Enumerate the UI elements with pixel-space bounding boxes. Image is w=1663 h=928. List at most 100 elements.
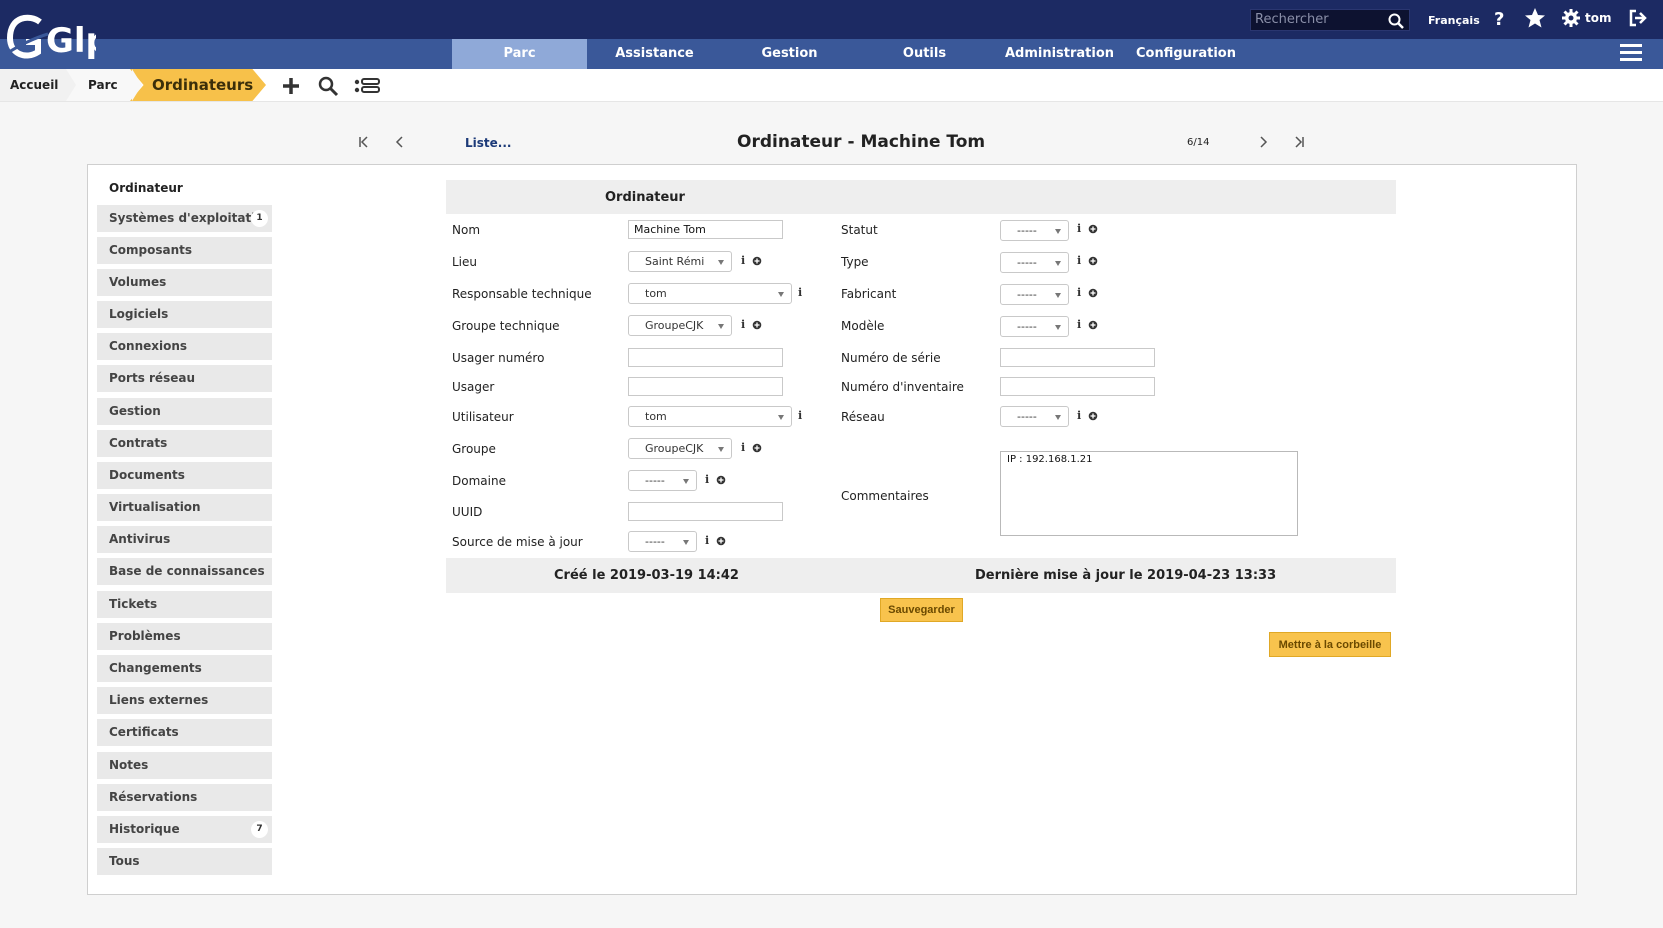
utilisateur-select[interactable]: tom	[628, 406, 792, 427]
next-record-icon[interactable]	[1256, 135, 1270, 149]
search-icon[interactable]	[317, 75, 339, 97]
language-selector[interactable]: Français	[1428, 14, 1480, 27]
list-link[interactable]: Liste...	[465, 136, 511, 150]
hamburger-menu-icon[interactable]	[1620, 44, 1642, 64]
add-icon[interactable]	[716, 475, 726, 485]
first-record-icon[interactable]	[357, 135, 371, 149]
reseau-select[interactable]: -----	[1000, 406, 1069, 427]
commentaires-textarea[interactable]: IP : 192.168.1.21	[1000, 451, 1298, 536]
lieu-select[interactable]: Saint Rémi	[628, 251, 732, 272]
info-icon[interactable]: i	[741, 318, 745, 331]
tab-connexions[interactable]: Connexions	[97, 333, 272, 360]
tab-gestion[interactable]: Gestion	[97, 398, 272, 425]
last-record-icon[interactable]	[1292, 135, 1306, 149]
tab-contrats[interactable]: Contrats	[97, 430, 272, 457]
tab-antivirus[interactable]: Antivirus	[97, 526, 272, 553]
tab-ports-reseau[interactable]: Ports réseau	[97, 365, 272, 392]
breadcrumb-current[interactable]: Ordinateurs	[130, 69, 266, 101]
info-icon[interactable]: i	[705, 534, 709, 547]
add-icon[interactable]	[1088, 288, 1098, 298]
add-icon[interactable]	[1088, 224, 1098, 234]
menu-configuration[interactable]: Configuration	[1127, 39, 1245, 69]
nom-input[interactable]	[628, 220, 783, 239]
tab-problemes[interactable]: Problèmes	[97, 623, 272, 650]
previous-record-icon[interactable]	[393, 135, 407, 149]
modele-select[interactable]: -----	[1000, 316, 1069, 337]
info-icon[interactable]: i	[741, 441, 745, 454]
svg-text:Glpi: Glpi	[46, 21, 96, 61]
info-icon[interactable]: i	[1077, 409, 1081, 422]
statut-select[interactable]: -----	[1000, 220, 1069, 241]
help-icon[interactable]: ?	[1494, 9, 1508, 30]
tab-changements[interactable]: Changements	[97, 655, 272, 682]
save-button[interactable]: Sauvegarder	[880, 598, 963, 622]
menu-gestion[interactable]: Gestion	[722, 39, 857, 69]
resp-tech-select[interactable]: tom	[628, 283, 792, 304]
info-icon[interactable]: i	[705, 473, 709, 486]
info-icon[interactable]: i	[798, 409, 802, 422]
add-icon[interactable]	[752, 320, 762, 330]
info-icon[interactable]: i	[1077, 254, 1081, 267]
dropdown-arrow-icon	[718, 260, 724, 265]
info-icon[interactable]: i	[798, 286, 802, 299]
plus-icon[interactable]	[280, 75, 302, 97]
tab-label: Systèmes d'exploitati..	[109, 211, 265, 225]
list-icon[interactable]	[354, 75, 380, 97]
glpi-logo[interactable]: Glpi	[4, 8, 96, 62]
tab-base-connaissances[interactable]: Base de connaissances	[97, 558, 272, 585]
menu-parc[interactable]: Parc	[452, 39, 587, 69]
tab-volumes[interactable]: Volumes	[97, 269, 272, 296]
tab-composants[interactable]: Composants	[97, 237, 272, 264]
add-icon[interactable]	[1088, 320, 1098, 330]
groupe-select[interactable]: GroupeCJK	[628, 438, 732, 459]
user-menu[interactable]: tom	[1585, 11, 1611, 25]
info-icon[interactable]: i	[741, 254, 745, 267]
dropdown-arrow-icon	[1055, 325, 1061, 330]
tab-reservations[interactable]: Réservations	[97, 784, 272, 811]
add-icon[interactable]	[752, 443, 762, 453]
numero-serie-input[interactable]	[1000, 348, 1155, 367]
star-icon[interactable]	[1524, 7, 1546, 29]
add-icon[interactable]	[752, 256, 762, 266]
usager-input[interactable]	[628, 377, 783, 396]
info-icon[interactable]: i	[1077, 286, 1081, 299]
tab-certificats[interactable]: Certificats	[97, 719, 272, 746]
type-select[interactable]: -----	[1000, 252, 1069, 273]
search-icon[interactable]	[1387, 12, 1405, 30]
trash-button[interactable]: Mettre à la corbeille	[1269, 632, 1391, 657]
dropdown-arrow-icon	[778, 415, 784, 420]
add-icon[interactable]	[1088, 256, 1098, 266]
tab-tous[interactable]: Tous	[97, 848, 272, 875]
uuid-input[interactable]	[628, 502, 783, 521]
groupe-tech-select[interactable]: GroupeCJK	[628, 315, 732, 336]
info-icon[interactable]: i	[1077, 318, 1081, 331]
tab-historique[interactable]: Historique 7	[97, 816, 272, 843]
reseau-label: Réseau	[841, 410, 885, 424]
menu-outils[interactable]: Outils	[857, 39, 992, 69]
page-title: Ordinateur - Machine Tom	[737, 132, 986, 152]
sidebar-heading[interactable]: Ordinateur	[109, 181, 183, 195]
dropdown-arrow-icon	[683, 479, 689, 484]
tab-systemes-exploitation[interactable]: Systèmes d'exploitati.. 1	[97, 205, 272, 232]
breadcrumb-home[interactable]: Accueil	[0, 69, 76, 101]
menu-assistance[interactable]: Assistance	[587, 39, 722, 69]
add-icon[interactable]	[716, 536, 726, 546]
statut-label: Statut	[841, 223, 878, 237]
gear-icon[interactable]	[1562, 9, 1580, 27]
fabricant-select[interactable]: -----	[1000, 284, 1069, 305]
logout-icon[interactable]	[1628, 8, 1648, 28]
info-icon[interactable]: i	[1077, 222, 1081, 235]
add-icon[interactable]	[1088, 411, 1098, 421]
tab-notes[interactable]: Notes	[97, 752, 272, 779]
tab-liens-externes[interactable]: Liens externes	[97, 687, 272, 714]
tab-virtualisation[interactable]: Virtualisation	[97, 494, 272, 521]
usager-numero-input[interactable]	[628, 348, 783, 367]
domaine-select[interactable]: -----	[628, 470, 697, 491]
tab-logiciels[interactable]: Logiciels	[97, 301, 272, 328]
source-maj-select[interactable]: -----	[628, 531, 697, 552]
tab-documents[interactable]: Documents	[97, 462, 272, 489]
menu-administration[interactable]: Administration	[992, 39, 1127, 69]
tab-tickets[interactable]: Tickets	[97, 591, 272, 618]
search-input[interactable]	[1255, 12, 1380, 27]
numero-inventaire-input[interactable]	[1000, 377, 1155, 396]
